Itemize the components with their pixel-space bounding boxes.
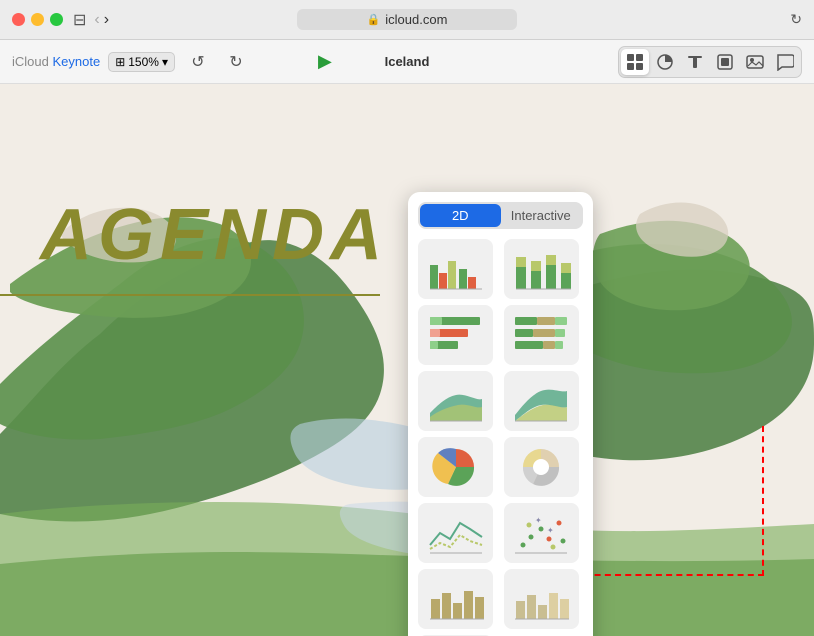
chart-type-stacked-area[interactable] <box>504 371 579 431</box>
titlebar: ⊟ ‹ › 🔒 icloud.com ↻ <box>0 0 814 40</box>
view-icon: ⊞ <box>115 55 125 69</box>
chart-type-donut[interactable] <box>504 437 579 497</box>
chart-tab-group: 2D Interactive <box>418 202 583 229</box>
media-insert-button[interactable] <box>741 49 769 75</box>
address-bar[interactable]: 🔒 icloud.com <box>297 9 517 30</box>
svg-text:✦: ✦ <box>547 526 554 535</box>
chart-type-combo[interactable] <box>504 569 579 629</box>
toolbar: iCloud Keynote ⊞ 150% ▾ ↺ ↻ Iceland ▶ <box>0 40 814 84</box>
zoom-selector[interactable]: ⊞ 150% ▾ <box>108 52 175 72</box>
chart-icon <box>656 53 674 71</box>
comment-button[interactable] <box>771 49 799 75</box>
refresh-icon[interactable]: ↻ <box>790 11 802 28</box>
slide-title-underline <box>0 294 380 296</box>
media-icon <box>746 53 764 71</box>
table-insert-button[interactable] <box>621 49 649 75</box>
chart-type-popup: 2D Interactive <box>408 192 593 636</box>
chart-type-column-2[interactable] <box>418 569 493 629</box>
app-label: iCloud Keynote <box>12 54 100 69</box>
back-arrow-icon[interactable]: ‹ <box>94 11 99 29</box>
text-insert-button[interactable] <box>681 49 709 75</box>
chart-insert-button[interactable] <box>651 49 679 75</box>
sidebar-toggle-icon[interactable]: ⊟ <box>73 10 86 30</box>
toolbar-left: iCloud Keynote ⊞ 150% ▾ ↺ ↻ <box>12 47 251 77</box>
slide-area: AGENDA 2D Interactive <box>0 84 814 636</box>
undo-button[interactable]: ↺ <box>183 47 213 77</box>
minimize-button[interactable] <box>31 13 44 26</box>
maximize-button[interactable] <box>50 13 63 26</box>
chart-type-line[interactable] <box>418 503 493 563</box>
icloud-label: iCloud <box>12 54 49 69</box>
slide-title: AGENDA <box>40 194 388 276</box>
comment-icon <box>776 53 794 71</box>
chart-type-horizontal-stacked[interactable] <box>504 305 579 365</box>
chart-type-grid: ✦ ✦ <box>418 239 583 636</box>
address-text: icloud.com <box>385 12 447 27</box>
traffic-lights <box>12 13 63 26</box>
redo-button[interactable]: ↻ <box>221 47 251 77</box>
toolbar-right <box>618 46 802 78</box>
close-button[interactable] <box>12 13 25 26</box>
app-name-link[interactable]: Keynote <box>52 54 100 69</box>
play-button[interactable]: ▶ <box>318 51 332 72</box>
shape-icon <box>716 53 734 71</box>
chart-type-pie[interactable] <box>418 437 493 497</box>
chart-type-area[interactable] <box>418 371 493 431</box>
selection-border <box>564 426 764 576</box>
lock-icon: 🔒 <box>367 13 381 26</box>
table-icon <box>626 53 644 71</box>
shape-insert-button[interactable] <box>711 49 739 75</box>
zoom-chevron-icon: ▾ <box>162 55 168 69</box>
svg-text:✦: ✦ <box>535 516 542 525</box>
chart-type-horizontal-bar[interactable] <box>418 305 493 365</box>
insert-toolbar-group <box>618 46 802 78</box>
undo-icon: ↺ <box>191 52 204 72</box>
doc-title: Iceland <box>385 54 430 69</box>
play-icon: ▶ <box>318 51 332 71</box>
chart-type-stacked-bar[interactable] <box>504 239 579 299</box>
tab-2d[interactable]: 2D <box>420 204 501 227</box>
text-icon <box>686 53 704 71</box>
redo-icon: ↻ <box>229 52 242 72</box>
nav-arrows: ‹ › <box>94 11 109 29</box>
chart-type-grouped-bar[interactable] <box>418 239 493 299</box>
tab-interactive[interactable]: Interactive <box>501 204 582 227</box>
chart-type-scatter[interactable]: ✦ ✦ <box>504 503 579 563</box>
forward-arrow-icon[interactable]: › <box>104 11 109 29</box>
zoom-value: 150% <box>128 55 159 69</box>
